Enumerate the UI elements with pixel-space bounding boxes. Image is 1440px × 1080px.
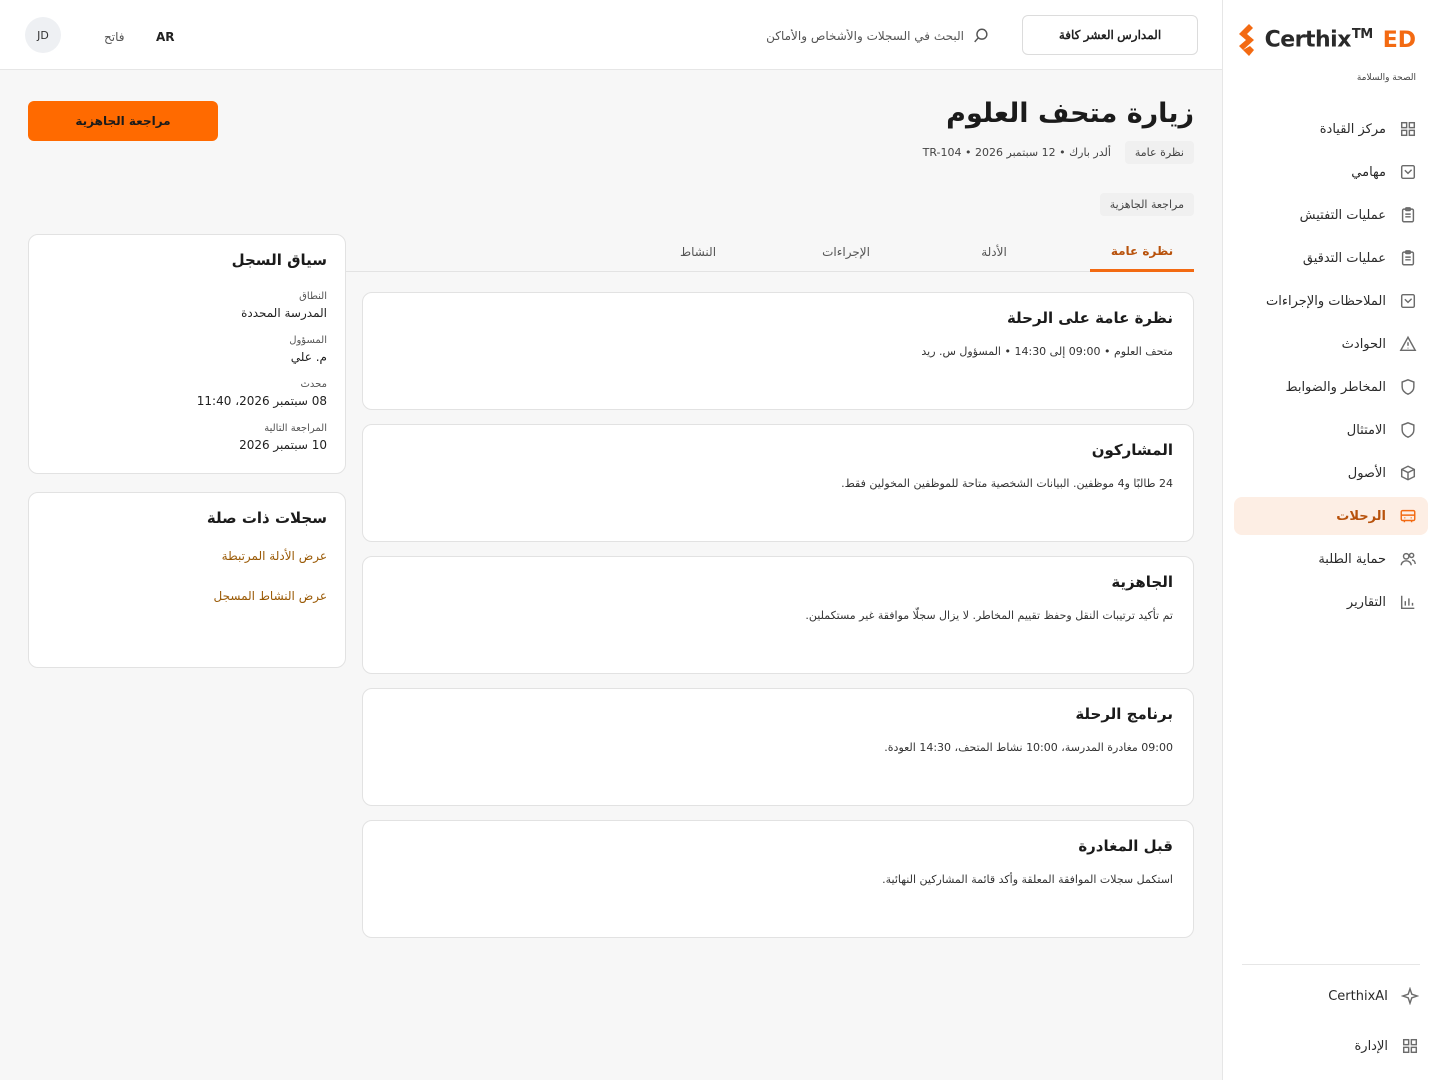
avatar[interactable]: JD bbox=[25, 17, 61, 53]
brand-name: CerthixTM bbox=[1264, 27, 1374, 53]
tab-activity[interactable]: النشاط bbox=[646, 232, 750, 272]
cube-icon bbox=[1398, 463, 1418, 483]
sidebar-item-student-protection[interactable]: حماية الطلبة bbox=[1234, 540, 1428, 578]
brand-logo[interactable]: CerthixTM ED bbox=[1233, 22, 1416, 58]
overview-cards: نظرة عامة على الرحلة متحف العلوم • 09:00… bbox=[362, 292, 1194, 952]
school-selector[interactable]: المدارس العشر كافة bbox=[1022, 15, 1198, 55]
page-meta: نظرة عامة ألدر بارك • 12 سبتمبر 2026 • T… bbox=[923, 141, 1194, 164]
readiness-review-button[interactable]: مراجعة الجاهزية bbox=[28, 101, 218, 141]
sidebar-item-my-tasks[interactable]: مهامي bbox=[1234, 153, 1428, 191]
language-toggle[interactable]: AR bbox=[156, 30, 175, 44]
sidebar-item-label: CerthixAI bbox=[1328, 988, 1388, 1004]
field-value: م. علي bbox=[290, 350, 327, 364]
bus-icon bbox=[1398, 506, 1418, 526]
sidebar-item-label: الامتثال bbox=[1346, 422, 1386, 438]
card-title: المشاركون bbox=[1091, 441, 1173, 459]
sidebar-nav: مركز القيادة مهامي عمليات التفتيش عمليات… bbox=[1234, 110, 1428, 626]
card-trip-overview: نظرة عامة على الرحلة متحف العلوم • 09:00… bbox=[362, 292, 1194, 410]
warning-icon bbox=[1398, 334, 1418, 354]
sidebar-item-audits[interactable]: عمليات التدقيق bbox=[1234, 239, 1428, 277]
logged-activity-link[interactable]: عرض النشاط المسجل bbox=[47, 589, 327, 603]
tab-bar: نظرة عامة الأدلة الإجراءات النشاط bbox=[346, 232, 1194, 272]
panel-title: سياق السجل bbox=[231, 251, 327, 269]
sidebar-item-certhix-ai[interactable]: CerthixAI bbox=[1242, 977, 1420, 1015]
sidebar-item-reports[interactable]: التقارير bbox=[1234, 583, 1428, 621]
card-body: 09:00 مغادرة المدرسة، 10:00 نشاط المتحف،… bbox=[884, 741, 1173, 754]
field-value: 08 سبتمبر 2026، 11:40 bbox=[196, 394, 327, 408]
users-icon bbox=[1398, 549, 1418, 569]
grid-icon bbox=[1400, 1036, 1420, 1056]
sidebar-item-trips[interactable]: الرحلات bbox=[1234, 497, 1428, 535]
card-title: نظرة عامة على الرحلة bbox=[1006, 309, 1173, 327]
sidebar-item-label: المخاطر والضوابط bbox=[1285, 379, 1386, 395]
sidebar-item-label: مركز القيادة bbox=[1319, 121, 1386, 137]
tab-overview[interactable]: نظرة عامة bbox=[1090, 232, 1194, 272]
field-label: المراجعة التالية bbox=[264, 423, 327, 434]
card-itinerary: برنامج الرحلة 09:00 مغادرة المدرسة، 10:0… bbox=[362, 688, 1194, 806]
linked-evidence-link[interactable]: عرض الأدلة المرتبطة bbox=[47, 549, 327, 563]
sidebar-item-label: عمليات التفتيش bbox=[1299, 207, 1386, 223]
card-participants: المشاركون 24 طالبًا و4 موظفين. البيانات … bbox=[362, 424, 1194, 542]
trip-meta: ألدر بارك • 12 سبتمبر 2026 • TR-104 bbox=[922, 146, 1111, 159]
sidebar-item-label: مهامي bbox=[1351, 164, 1386, 180]
grid-icon bbox=[1398, 119, 1418, 139]
panel-title: سجلات ذات صلة bbox=[206, 509, 327, 527]
sidebar-item-label: حماية الطلبة bbox=[1318, 551, 1386, 567]
sidebar-item-label: التقارير bbox=[1346, 594, 1386, 610]
sidebar-item-label: الرحلات bbox=[1336, 508, 1386, 524]
status-badge: مراجعة الجاهزية bbox=[1099, 193, 1194, 216]
card-body: 24 طالبًا و4 موظفين. البيانات الشخصية مت… bbox=[841, 477, 1173, 490]
card-title: برنامج الرحلة bbox=[1075, 705, 1173, 723]
record-context-panel: سياق السجل النطاق المدرسة المحددة المسؤو… bbox=[28, 234, 346, 474]
card-title: قبل المغادرة bbox=[1078, 837, 1173, 855]
sidebar-item-administration[interactable]: الإدارة bbox=[1242, 1027, 1420, 1065]
theme-toggle[interactable]: فاتح bbox=[104, 30, 124, 44]
sidebar: CerthixTM ED الصحة والسلامة مركز القيادة… bbox=[1222, 0, 1440, 1080]
card-readiness: الجاهزية تم تأكيد ترتيبات النقل وحفظ تقي… bbox=[362, 556, 1194, 674]
sidebar-item-label: الأصول bbox=[1347, 465, 1386, 481]
field-label: المسؤول bbox=[289, 335, 327, 346]
logo-mark-icon bbox=[1238, 24, 1254, 56]
tab-actions[interactable]: الإجراءات bbox=[794, 232, 898, 272]
card-body: تم تأكيد ترتيبات النقل وحفظ تقييم المخاط… bbox=[805, 609, 1173, 622]
sidebar-item-risks-controls[interactable]: المخاطر والضوابط bbox=[1234, 368, 1428, 406]
sidebar-item-label: الملاحظات والإجراءات bbox=[1266, 293, 1386, 309]
clipboard-icon bbox=[1398, 205, 1418, 225]
brand-subtitle: الصحة والسلامة bbox=[1356, 73, 1416, 83]
shield-icon bbox=[1398, 420, 1418, 440]
search-input[interactable] bbox=[764, 29, 964, 43]
field-value: 10 سبتمبر 2026 bbox=[239, 438, 327, 452]
field-value: المدرسة المحددة bbox=[241, 306, 327, 320]
page-title: زيارة متحف العلوم bbox=[946, 98, 1194, 129]
sidebar-item-compliance[interactable]: الامتثال bbox=[1234, 411, 1428, 449]
sidebar-item-label: عمليات التدقيق bbox=[1302, 250, 1386, 266]
brand-suffix: ED bbox=[1382, 27, 1416, 53]
field-label: محدث bbox=[300, 379, 327, 390]
card-body: متحف العلوم • 09:00 إلى 14:30 • المسؤول … bbox=[921, 345, 1173, 358]
sparkle-icon bbox=[1400, 986, 1420, 1006]
clipboard-icon bbox=[1398, 248, 1418, 268]
sidebar-item-incidents[interactable]: الحوادث bbox=[1234, 325, 1428, 363]
sidebar-item-observations-actions[interactable]: الملاحظات والإجراءات bbox=[1234, 282, 1428, 320]
sidebar-bottom: CerthixAI الإدارة bbox=[1242, 964, 1420, 1070]
card-body: استكمل سجلات الموافقة المعلقة وأكد قائمة… bbox=[882, 873, 1173, 886]
bar-chart-icon bbox=[1398, 592, 1418, 612]
related-records-panel: سجلات ذات صلة عرض الأدلة المرتبطة عرض ال… bbox=[28, 492, 346, 668]
section-pill: نظرة عامة bbox=[1124, 141, 1194, 164]
field-label: النطاق bbox=[299, 291, 327, 302]
sidebar-item-label: الإدارة bbox=[1354, 1038, 1388, 1054]
sidebar-item-label: الحوادث bbox=[1341, 336, 1386, 352]
sidebar-item-command-center[interactable]: مركز القيادة bbox=[1234, 110, 1428, 148]
search-bar bbox=[760, 22, 990, 50]
sidebar-item-assets[interactable]: الأصول bbox=[1234, 454, 1428, 492]
tab-evidence[interactable]: الأدلة bbox=[942, 232, 1046, 272]
sidebar-item-inspections[interactable]: عمليات التفتيش bbox=[1234, 196, 1428, 234]
search-icon bbox=[974, 28, 988, 43]
card-title: الجاهزية bbox=[1111, 573, 1173, 591]
topbar: المدارس العشر كافة AR فاتح JD bbox=[0, 0, 1222, 70]
shield-icon bbox=[1398, 377, 1418, 397]
card-before-departure: قبل المغادرة استكمل سجلات الموافقة المعل… bbox=[362, 820, 1194, 938]
check-square-icon bbox=[1398, 162, 1418, 182]
check-square-icon bbox=[1398, 291, 1418, 311]
